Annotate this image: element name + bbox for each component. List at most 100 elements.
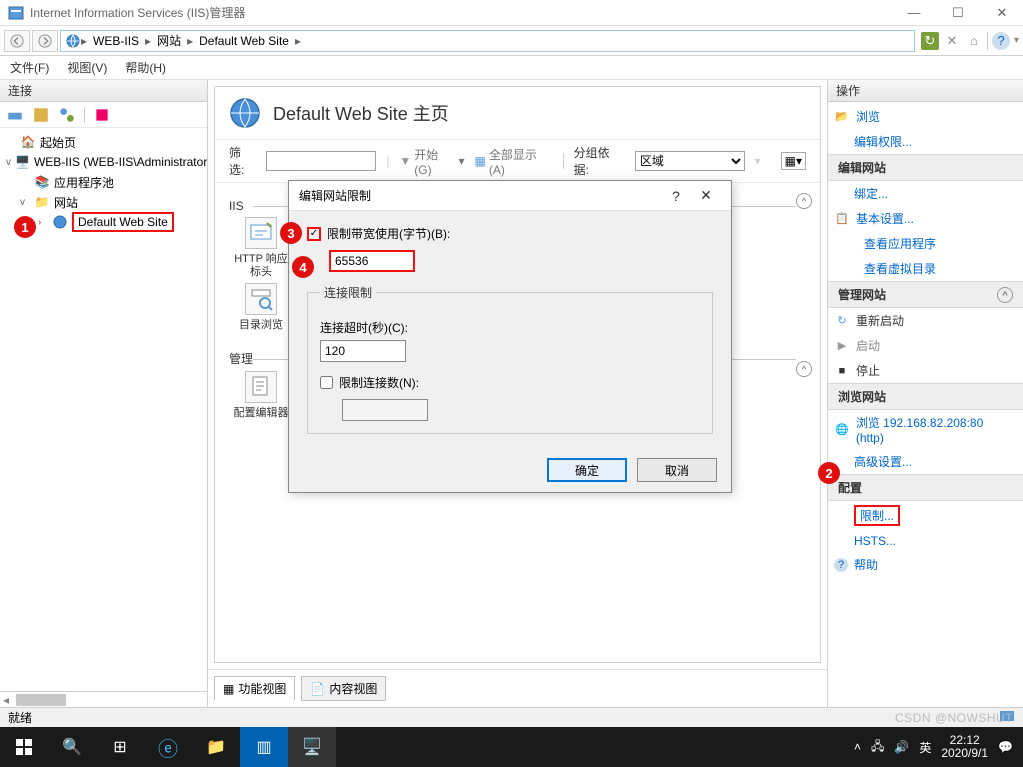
http-headers-icon — [245, 217, 277, 249]
menu-file[interactable]: 文件(F) — [10, 59, 49, 76]
action-restart[interactable]: ↻重新启动 — [828, 308, 1023, 333]
app-icon — [8, 5, 24, 21]
home-icon[interactable]: ⌂ — [965, 32, 983, 50]
action-explore[interactable]: 📂浏览 — [828, 104, 1023, 129]
connection-tree[interactable]: 🏠起始页 v🖥️WEB-IIS (WEB-IIS\Administrator) … — [0, 128, 207, 691]
actions-panel: 操作 📂浏览 编辑权限... 编辑网站 绑定... 📋基本设置... 查看应用程… — [827, 80, 1023, 707]
tree-app-pools[interactable]: 📚应用程序池 — [2, 172, 205, 192]
bandwidth-checkbox[interactable]: ✓ — [307, 227, 321, 241]
folder-icon: 📂 — [834, 109, 850, 125]
filter-input[interactable] — [266, 151, 376, 171]
section-browse-site: 浏览网站 — [828, 383, 1023, 410]
watermark: CSDN @NOWSHUT — [895, 711, 1013, 725]
annotation-badge-4: 4 — [292, 256, 314, 278]
action-view-vdirs[interactable]: 查看虚拟目录 — [828, 256, 1023, 281]
search-button[interactable]: 🔍 — [48, 727, 96, 767]
help-icon: ? — [834, 558, 848, 572]
action-limits[interactable]: 限制... — [828, 501, 1023, 530]
maximize-button[interactable]: ☐ — [945, 3, 971, 23]
save-icon[interactable] — [32, 106, 50, 124]
stop-icon[interactable]: ✕ — [943, 32, 961, 50]
help-icon[interactable]: ? — [992, 32, 1010, 50]
view-mode-icon[interactable]: ▦▾ — [781, 152, 806, 170]
maxconn-checkbox[interactable] — [320, 376, 333, 389]
bottom-tabs: ▦功能视图 📄内容视图 — [208, 669, 827, 707]
globe-icon — [65, 33, 81, 49]
action-edit-permissions[interactable]: 编辑权限... — [828, 129, 1023, 154]
window-titlebar: Internet Information Services (IIS)管理器 —… — [0, 0, 1023, 26]
tray-network-icon[interactable]: 🖧 — [871, 737, 884, 758]
taskview-button[interactable]: ⊞ — [96, 727, 144, 767]
showall-button[interactable]: ▦全部显示(A) — [475, 146, 553, 177]
scrollbar-horizontal[interactable]: ◂ — [0, 691, 207, 707]
edit-limits-dialog: 编辑网站限制 ? ✕ ✓ 限制带宽使用(字节)(B): 连接限制 连接超时(秒)… — [288, 180, 732, 493]
action-help[interactable]: ?帮助 — [828, 552, 1023, 577]
action-bindings[interactable]: 绑定... — [828, 181, 1023, 206]
navigation-bar: ▸ WEB-IIS ▸ 网站 ▸ Default Web Site ▸ ↻ ✕ … — [0, 26, 1023, 56]
tile-config-editor[interactable]: 配置编辑器 — [229, 371, 293, 420]
timeout-input[interactable] — [320, 340, 406, 362]
restart-icon: ↻ — [834, 313, 850, 329]
breadcrumb[interactable]: ▸ WEB-IIS ▸ 网站 ▸ Default Web Site ▸ — [60, 30, 915, 52]
tab-content-view[interactable]: 📄内容视图 — [301, 676, 386, 701]
bandwidth-input[interactable] — [329, 250, 415, 272]
section-configure: 配置 — [828, 474, 1023, 501]
action-basic-settings[interactable]: 📋基本设置... — [828, 206, 1023, 231]
server-icon: 🖥️ — [15, 154, 30, 170]
start-button[interactable]: ▼开始(G) ▾ — [399, 146, 464, 177]
tray-volume-icon[interactable]: 🔊 — [894, 740, 909, 754]
dialog-close-button[interactable]: ✕ — [691, 187, 721, 204]
tray-clock[interactable]: 22:12 2020/9/1 — [941, 734, 988, 760]
annotation-badge-2: 2 — [818, 462, 840, 484]
tray-up-icon[interactable]: ˄ — [854, 740, 861, 754]
breadcrumb-item[interactable]: 网站 — [151, 32, 187, 49]
tree-server[interactable]: v🖥️WEB-IIS (WEB-IIS\Administrator) — [2, 152, 205, 172]
close-button[interactable]: ✕ — [989, 3, 1015, 23]
connections-header: 连接 — [0, 80, 207, 102]
dialog-help-button[interactable]: ? — [661, 188, 691, 204]
minimize-button[interactable]: — — [901, 3, 927, 23]
explorer-button[interactable]: 📁 — [192, 727, 240, 767]
forward-button[interactable] — [32, 30, 58, 52]
shared-icon[interactable] — [58, 106, 76, 124]
breadcrumb-item[interactable]: WEB-IIS — [87, 34, 145, 48]
folder-icon: 📁 — [34, 194, 50, 210]
start-button[interactable] — [0, 727, 48, 767]
menu-view[interactable]: 视图(V) — [67, 59, 107, 76]
stop-all-icon[interactable] — [93, 106, 111, 124]
action-stop[interactable]: ■停止 — [828, 358, 1023, 383]
content-icon: 📄 — [310, 682, 325, 696]
tree-start-page[interactable]: 🏠起始页 — [2, 132, 205, 152]
action-view-applications[interactable]: 查看应用程序 — [828, 231, 1023, 256]
tray-lang[interactable]: 英 — [919, 739, 931, 756]
tile-directory-browsing[interactable]: 目录浏览 — [229, 283, 293, 332]
connect-icon[interactable] — [6, 106, 24, 124]
timeout-label: 连接超时(秒)(C): — [320, 319, 700, 336]
connections-panel: 连接 🏠起始页 v🖥️WEB-IIS (WEB-IIS\Administrato… — [0, 80, 208, 707]
tab-features-view[interactable]: ▦功能视图 — [214, 676, 295, 701]
apppool-icon: 📚 — [34, 174, 50, 190]
back-button[interactable] — [4, 30, 30, 52]
groupby-select[interactable]: 区域 — [635, 151, 745, 171]
home-icon: 🏠 — [20, 134, 36, 150]
tree-sites[interactable]: v📁网站 — [2, 192, 205, 212]
collapse-icon[interactable]: ^ — [997, 287, 1013, 303]
app-button[interactable]: ▥ — [240, 727, 288, 767]
action-start[interactable]: ▶启动 — [828, 333, 1023, 358]
menu-help[interactable]: 帮助(H) — [125, 59, 166, 76]
dialog-title: 编辑网站限制 — [299, 187, 661, 204]
refresh-icon[interactable]: ↻ — [921, 32, 939, 50]
collapse-icon[interactable]: ^ — [796, 361, 812, 377]
dir-browse-icon — [245, 283, 277, 315]
action-advanced-settings[interactable]: 高级设置... — [828, 449, 1023, 474]
groupby-label: 分组依据: — [574, 144, 625, 178]
ok-button[interactable]: 确定 — [547, 458, 627, 482]
action-hsts[interactable]: HSTS... — [828, 530, 1023, 552]
cancel-button[interactable]: 取消 — [637, 458, 717, 482]
iis-button[interactable]: 🖥️ — [288, 727, 336, 767]
collapse-icon[interactable]: ^ — [796, 193, 812, 209]
action-browse-url[interactable]: 🌐浏览 192.168.82.208:80 (http) — [828, 410, 1023, 449]
ie-button[interactable]: ⓔ — [144, 727, 192, 767]
breadcrumb-item[interactable]: Default Web Site — [193, 34, 295, 48]
tray-notifications-icon[interactable]: 💬 — [998, 740, 1013, 754]
